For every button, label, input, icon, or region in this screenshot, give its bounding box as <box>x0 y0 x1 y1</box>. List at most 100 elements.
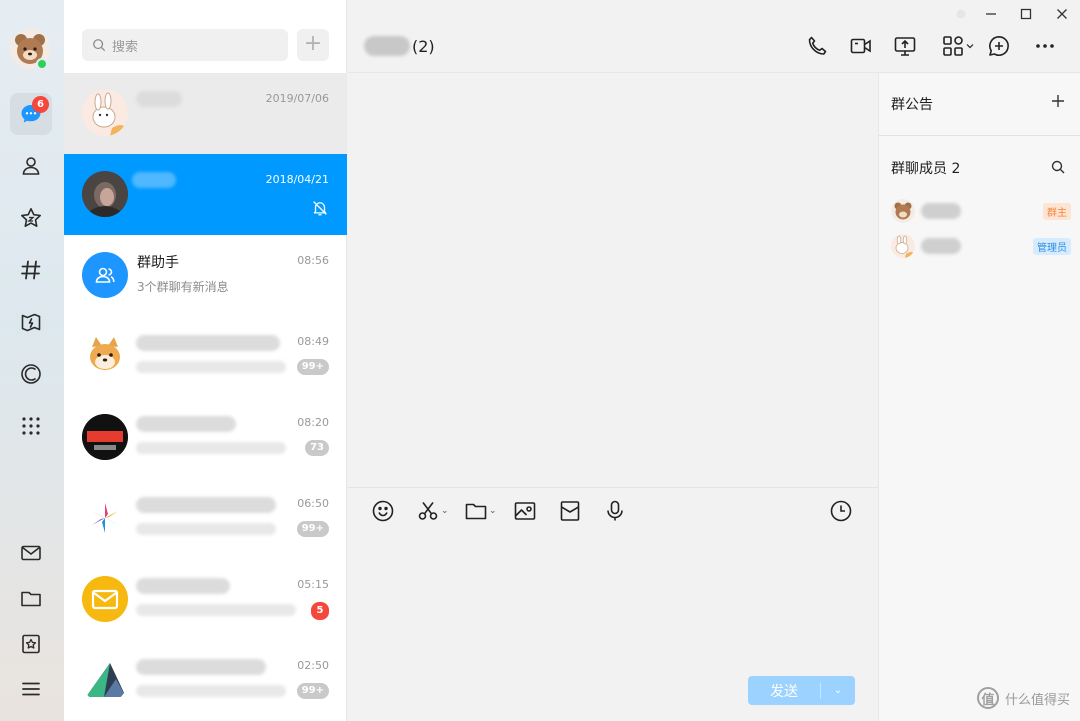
zone-tab[interactable] <box>10 353 52 395</box>
mute-bell-icon <box>313 201 327 216</box>
mail-avatar <box>82 576 128 622</box>
screenshot-button[interactable]: ⌄ <box>416 498 449 524</box>
unread-count-badge: 99+ <box>296 521 329 537</box>
send-button[interactable]: 发送 ⌄ <box>748 676 855 705</box>
conversation-item[interactable]: 06:50 99+ <box>64 478 347 559</box>
red-envelope-icon <box>560 501 580 521</box>
blurred-member-name <box>921 238 961 254</box>
conversation-time: 08:49 <box>297 335 329 348</box>
close-button[interactable] <box>1045 2 1079 26</box>
minimize-icon <box>986 13 996 15</box>
conversation-item[interactable]: 2018/04/21 <box>64 154 347 235</box>
blurred-preview <box>136 685 286 697</box>
folder-icon <box>465 503 487 520</box>
conversation-item[interactable]: 08:20 73 <box>64 397 347 478</box>
contacts-icon <box>22 157 40 175</box>
blurred-member-name <box>921 203 961 219</box>
conversation-preview: 3个群聊有新消息 <box>137 280 229 294</box>
game-center-tab[interactable] <box>10 301 52 343</box>
maximize-button[interactable] <box>1009 2 1043 26</box>
folder-tab[interactable] <box>10 577 52 619</box>
conversation-item[interactable]: 群助手 3个群聊有新消息 08:56 <box>64 235 347 316</box>
member-row[interactable]: 群主 <box>891 199 1071 225</box>
blurred-preview <box>136 361 286 373</box>
announcement-title: 群公告 <box>891 97 933 113</box>
conversation-item[interactable]: 02:50 99+ <box>64 640 347 721</box>
search-input[interactable]: 搜索 <box>82 29 288 61</box>
screen-share-icon <box>894 37 916 56</box>
more-options-button[interactable] <box>1032 33 1058 59</box>
unread-count-badge: 99+ <box>296 683 329 699</box>
conversation-time: 02:50 <box>297 659 329 672</box>
conversation-time: 2018/04/21 <box>265 173 329 186</box>
screen-share-button[interactable] <box>892 33 918 59</box>
apps-grid-icon <box>943 36 963 56</box>
unread-count-badge: 5 <box>311 602 329 620</box>
more-dots-icon <box>1036 44 1054 48</box>
red-packet-button[interactable] <box>558 498 582 524</box>
scissors-icon <box>418 502 438 520</box>
voice-call-button[interactable] <box>804 33 830 59</box>
add-members-button[interactable] <box>986 33 1012 59</box>
conversation-avatar <box>82 495 128 541</box>
add-announcement-icon[interactable] <box>1050 93 1066 109</box>
member-row[interactable]: 管理员 <box>891 234 1071 260</box>
image-icon <box>514 502 536 520</box>
conversation-avatar <box>82 171 128 217</box>
send-file-button[interactable]: ⌄ <box>464 498 497 524</box>
channel-tab[interactable] <box>10 249 52 291</box>
blurred-name <box>136 497 276 513</box>
blurred-name <box>136 578 230 594</box>
conversation-item[interactable]: 05:15 5 <box>64 559 347 640</box>
clock-icon <box>830 500 852 522</box>
blurred-name <box>136 416 236 432</box>
chat-window: (2) ⌄ ⌄ 发送 ⌄ 群公告 群聊成员 2 群主 管理员 值 什么值得买 <box>348 0 1080 721</box>
maximize-icon <box>1020 8 1032 20</box>
history-button[interactable] <box>829 498 853 524</box>
unread-count-badge: 99+ <box>296 359 329 375</box>
send-options-chevron-icon[interactable]: ⌄ <box>821 685 855 696</box>
voice-message-button[interactable] <box>603 498 627 524</box>
blurred-name <box>132 172 176 188</box>
pin-icon <box>956 9 966 19</box>
contacts-tab[interactable] <box>10 145 52 187</box>
add-chat-icon <box>989 36 1009 56</box>
more-apps-icon <box>22 417 40 435</box>
emoji-button[interactable] <box>371 498 395 524</box>
chevron-down-icon <box>966 44 974 49</box>
search-members-icon[interactable] <box>1050 159 1066 175</box>
online-status-dot <box>36 58 48 70</box>
minimize-button[interactable] <box>974 2 1008 26</box>
star-icon <box>21 208 41 227</box>
unread-count-badge: 73 <box>305 440 329 456</box>
conversation-time: 06:50 <box>297 497 329 510</box>
apps-button[interactable] <box>938 33 978 59</box>
blurred-name <box>136 335 280 351</box>
conversation-time: 08:56 <box>297 254 329 267</box>
admin-tag: 管理员 <box>1033 238 1071 255</box>
microphone-icon <box>607 500 623 521</box>
favorites-tab[interactable] <box>10 623 52 665</box>
send-image-button[interactable] <box>513 498 537 524</box>
conversation-avatar <box>82 657 128 703</box>
java-avatar <box>82 414 128 460</box>
pin-window-button[interactable] <box>944 2 978 26</box>
star-tab[interactable] <box>10 197 52 239</box>
group-info-panel: 群公告 群聊成员 2 群主 管理员 值 什么值得买 <box>878 73 1080 721</box>
message-area[interactable] <box>348 73 878 487</box>
message-input-area[interactable]: ⌄ ⌄ 发送 ⌄ <box>348 487 878 721</box>
game-center-icon <box>21 313 41 332</box>
blurred-group-name <box>364 36 410 56</box>
member-count: (2) <box>412 36 435 56</box>
mail-tab[interactable] <box>10 532 52 574</box>
video-call-button[interactable] <box>848 33 874 59</box>
video-camera-icon <box>850 38 871 54</box>
blurred-name <box>136 659 266 675</box>
conversation-item[interactable]: 2019/07/06 <box>64 73 347 154</box>
conversation-item[interactable]: 08:49 99+ <box>64 316 347 397</box>
chevron-down-icon: ⌄ <box>441 506 449 516</box>
add-button[interactable]: + <box>297 29 329 61</box>
menu-tab[interactable] <box>10 668 52 710</box>
more-apps-tab[interactable] <box>10 405 52 447</box>
close-icon <box>1057 9 1067 19</box>
